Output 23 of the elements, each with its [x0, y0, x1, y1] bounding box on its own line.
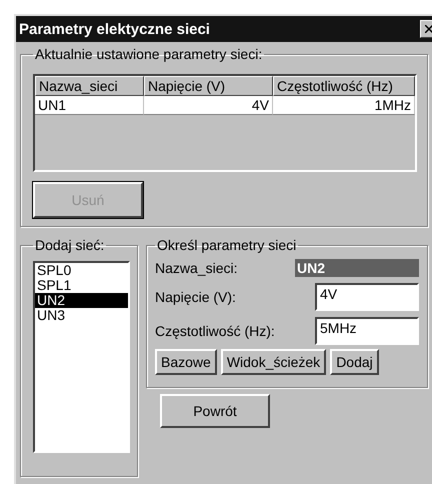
group-title: Dodaj sieć: — [34, 237, 106, 253]
field-label: Napięcie (V): — [155, 289, 236, 305]
field-label: Częstotliwość (Hz): — [155, 323, 275, 339]
group-title: Określ parametry sieci — [156, 237, 298, 253]
network-name-value: UN2 — [295, 259, 419, 277]
action-button[interactable]: Bazowe — [155, 349, 217, 375]
group-title: Aktualnie ustawione parametry sieci: — [34, 46, 264, 62]
action-button[interactable]: Dodaj — [330, 349, 379, 375]
table-cell: 4V — [144, 96, 273, 115]
table-cell: UN1 — [35, 96, 144, 115]
list-item[interactable]: UN2 — [35, 293, 128, 308]
network-list[interactable]: SPL0 SPL1 UN2 UN3 — [33, 261, 130, 453]
close-icon — [425, 25, 432, 33]
field-label: Nazwa_sieci: — [155, 260, 238, 276]
column-header[interactable]: Częstotliwość (Hz) — [273, 76, 415, 96]
frequency-field[interactable]: 5MHz — [315, 317, 419, 345]
action-button[interactable]: Widok_ścieżek — [220, 349, 326, 375]
voltage-field[interactable]: 4V — [315, 283, 419, 311]
column-header[interactable]: Napięcie (V) — [144, 76, 273, 96]
table-cell: 1MHz — [273, 96, 415, 115]
column-header[interactable]: Nazwa_sieci — [35, 76, 144, 96]
window-title: Parametry elektyczne sieci — [19, 20, 210, 38]
back-button[interactable]: Powrót — [160, 394, 270, 428]
